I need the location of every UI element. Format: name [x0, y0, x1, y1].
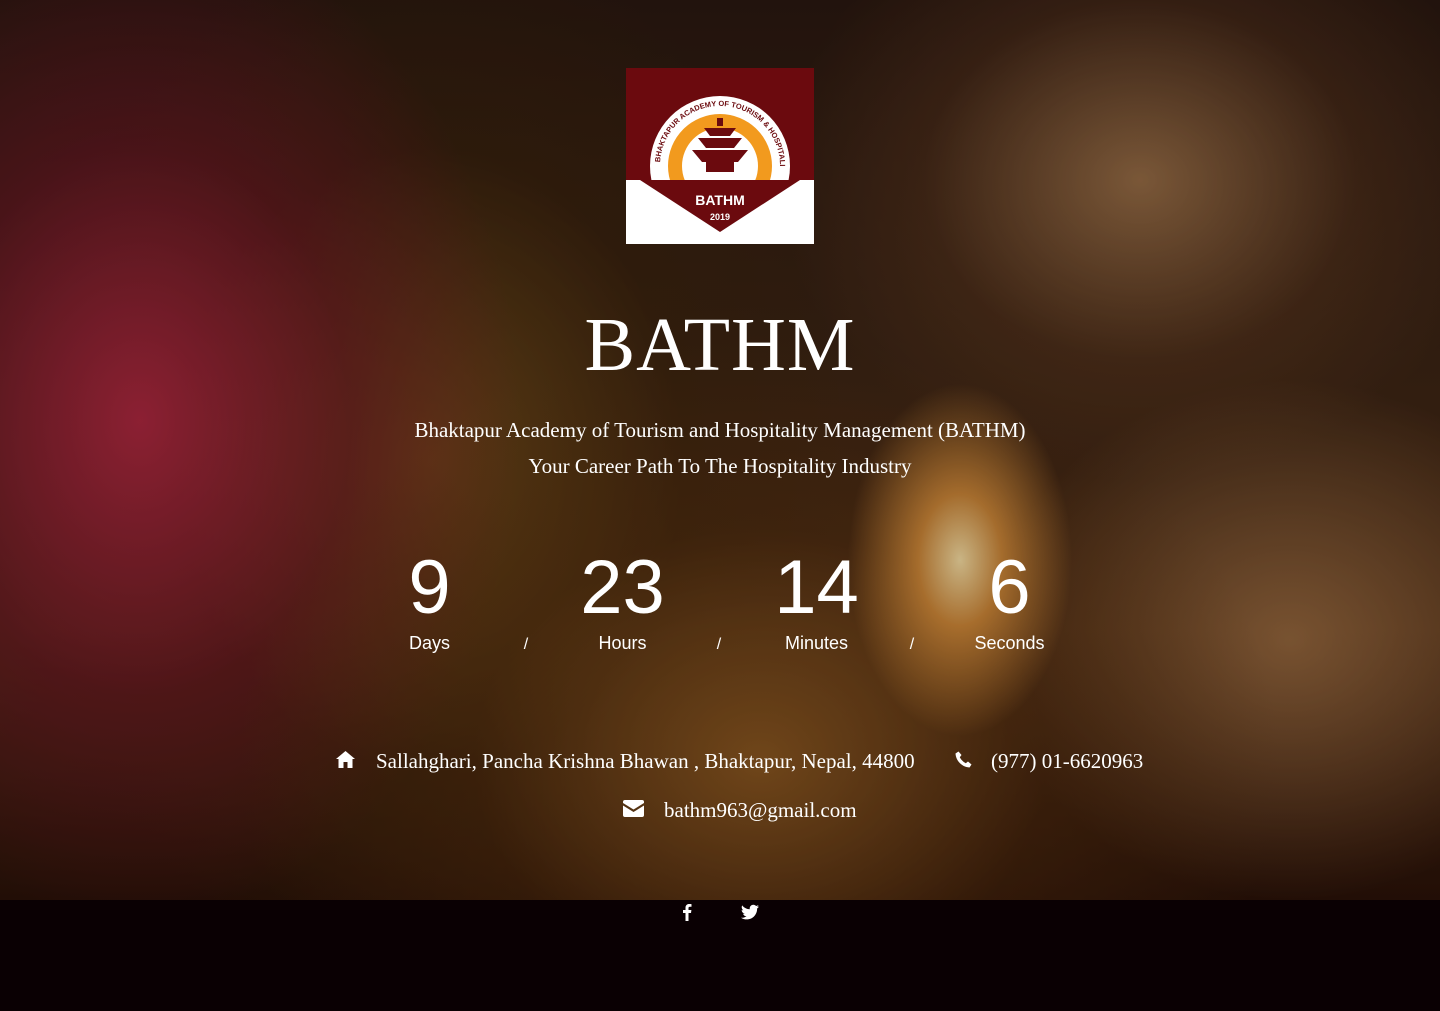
facebook-link[interactable]	[677, 902, 697, 922]
countdown-hours-label: Hours	[598, 633, 647, 653]
facebook-icon	[683, 904, 692, 921]
page-title: BATHM	[584, 303, 856, 387]
countdown-minutes: 14 Minutes	[720, 545, 913, 655]
bathm-logo: BHAKTAPUR ACADEMY OF TOURISM & HOSPITALI…	[626, 68, 814, 244]
logo-year: 2019	[710, 212, 730, 222]
countdown-seconds-label: Seconds	[974, 633, 1045, 653]
phone-link[interactable]: (977) 01-6620963	[991, 747, 1143, 775]
twitter-icon	[741, 904, 759, 920]
address-text: Sallahghari, Pancha Krishna Bhawan , Bha…	[376, 749, 915, 773]
countdown-minutes-value: 14	[774, 545, 859, 630]
countdown-timer: 9 Days / 23 Hours / 14 Minutes / 6 Secon…	[333, 545, 1107, 665]
footer	[0, 900, 1440, 1011]
coming-soon-content: BHAKTAPUR ACADEMY OF TOURISM & HOSPITALI…	[0, 0, 1440, 900]
email-link[interactable]: bathm963@gmail.com	[664, 796, 857, 824]
twitter-link[interactable]	[740, 902, 760, 922]
home-icon	[336, 751, 355, 768]
countdown-hours-value: 23	[580, 545, 665, 630]
countdown-seconds: 6 Seconds	[913, 545, 1106, 655]
countdown-days-label: Days	[408, 633, 450, 653]
envelope-icon	[623, 800, 644, 817]
logo-emblem: BHAKTAPUR ACADEMY OF TOURISM & HOSPITALI…	[626, 68, 814, 244]
phone-icon	[955, 751, 972, 768]
page-subtitle: Bhaktapur Academy of Tourism and Hospita…	[414, 418, 1026, 442]
countdown-hours: 23 Hours	[526, 545, 719, 655]
countdown-seconds-value: 6	[988, 545, 1031, 630]
countdown-days: 9 Days	[333, 545, 526, 655]
countdown-days-value: 9	[408, 545, 451, 630]
page-tagline: Your Career Path To The Hospitality Indu…	[528, 454, 912, 478]
logo-name: BATHM	[695, 192, 745, 208]
countdown-minutes-label: Minutes	[784, 633, 849, 653]
